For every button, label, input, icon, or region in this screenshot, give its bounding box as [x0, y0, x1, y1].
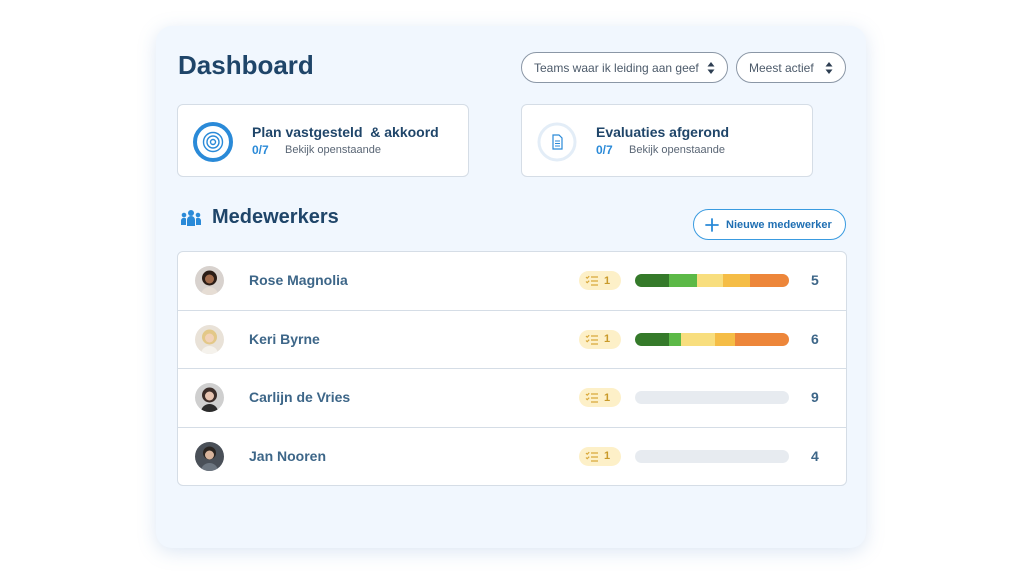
checklist-icon — [585, 451, 598, 462]
employee-score: 5 — [811, 272, 819, 288]
employee-list: Rose Magnolia 1 5 Keri Byrne 1 6 Carlijn… — [177, 251, 847, 486]
task-count: 1 — [604, 391, 611, 404]
employee-name[interactable]: Keri Byrne — [249, 331, 320, 347]
progress-segment — [735, 332, 789, 346]
employee-score: 9 — [811, 389, 819, 405]
plan-open-link[interactable]: Bekijk openstaande — [285, 144, 381, 156]
sort-value: Meest actief — [749, 60, 814, 75]
sort-arrows-icon — [707, 62, 715, 74]
progress-bar — [635, 391, 789, 404]
employee-name[interactable]: Carlijn de Vries — [249, 389, 350, 405]
progress-segment — [635, 332, 669, 346]
employee-name[interactable]: Rose Magnolia — [249, 272, 348, 288]
avatar — [195, 441, 224, 471]
progress-segment — [681, 332, 716, 346]
progress-segment — [696, 274, 723, 287]
sort-select[interactable]: Meest actief — [736, 52, 846, 83]
plan-stat-card[interactable]: Plan vastgesteld & akkoord 0/7 Bekijk op… — [177, 104, 469, 177]
plan-stat-label: Plan vastgesteld & akkoord — [252, 124, 439, 140]
progress-bar — [635, 449, 789, 463]
progress-segment — [722, 274, 751, 287]
add-employee-button[interactable]: Nieuwe medewerker — [693, 209, 846, 240]
evaluation-stat-count: 0/7 — [596, 143, 613, 157]
employee-name[interactable]: Jan Nooren — [249, 448, 326, 464]
employee-row[interactable]: Rose Magnolia 1 5 — [178, 252, 846, 311]
plus-icon — [705, 218, 719, 232]
page-title: Dashboard — [178, 50, 314, 80]
team-filter-value: Teams waar ik leiding aan geef — [534, 60, 699, 75]
document-icon — [537, 122, 577, 162]
plan-stat-count: 0/7 — [252, 143, 269, 157]
checklist-icon — [585, 392, 598, 403]
checklist-icon — [585, 275, 598, 286]
avatar — [195, 266, 224, 295]
evaluation-stat-card[interactable]: Evaluaties afgerond 0/7 Bekijk openstaan… — [521, 104, 813, 177]
sort-arrows-icon — [825, 62, 833, 74]
avatar — [195, 383, 224, 412]
employee-row[interactable]: Jan Nooren 1 4 — [178, 428, 846, 486]
task-count: 1 — [604, 333, 611, 345]
progress-segment — [750, 274, 789, 287]
task-badge[interactable]: 1 — [579, 271, 621, 290]
progress-segment — [668, 274, 697, 287]
task-count: 1 — [604, 450, 611, 462]
task-count: 1 — [604, 274, 611, 287]
evaluation-open-link[interactable]: Bekijk openstaande — [629, 144, 725, 156]
task-badge[interactable]: 1 — [579, 329, 621, 349]
evaluation-stat-label: Evaluaties afgerond — [596, 124, 730, 140]
team-filter-select[interactable]: Teams waar ik leiding aan geef — [521, 52, 728, 83]
add-employee-label: Nieuwe medewerker — [726, 218, 832, 231]
dashboard-card: Dashboard Teams waar ik leiding aan geef… — [156, 26, 866, 548]
target-ring-icon — [193, 122, 233, 162]
employees-heading: Medewerkers — [212, 206, 339, 228]
task-badge[interactable]: 1 — [579, 388, 621, 407]
employee-score: 4 — [811, 447, 819, 464]
progress-segment — [668, 332, 682, 346]
employee-row[interactable]: Carlijn de Vries 1 9 — [178, 369, 846, 428]
progress-bar — [635, 332, 789, 346]
progress-segment — [715, 332, 736, 346]
employee-score: 6 — [811, 330, 819, 347]
team-icon — [181, 210, 201, 226]
progress-bar — [635, 274, 789, 287]
task-badge[interactable]: 1 — [579, 446, 621, 466]
progress-segment — [635, 274, 669, 287]
checklist-icon — [585, 334, 598, 345]
avatar — [195, 324, 224, 354]
employee-row[interactable]: Keri Byrne 1 6 — [178, 311, 846, 369]
